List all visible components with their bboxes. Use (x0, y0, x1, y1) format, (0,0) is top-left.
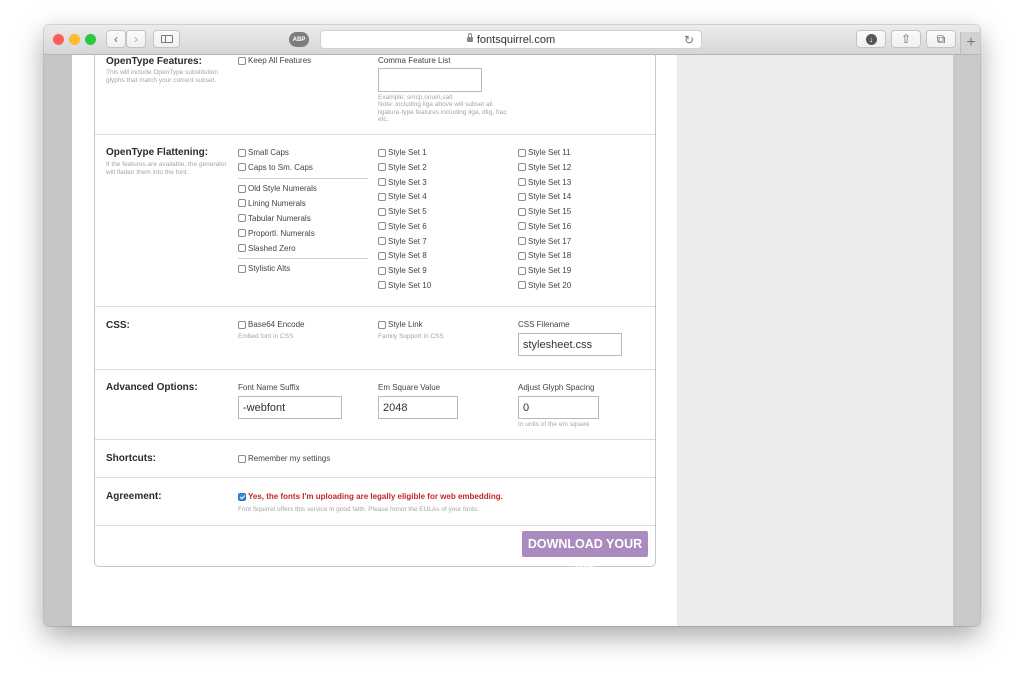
advanced-options-label: Advanced Options: (106, 382, 198, 393)
adblock-button[interactable]: ABP (289, 32, 309, 47)
flattening-option-checkbox[interactable]: Style Set 17 (518, 236, 571, 247)
flattening-option-checkbox[interactable]: Old Style Numerals (238, 183, 317, 194)
glyph-spacing-input[interactable]: 0 (518, 396, 599, 419)
reload-icon[interactable]: ↻ (684, 33, 694, 47)
agreement-label: Agreement: (106, 491, 162, 502)
remember-settings-checkbox[interactable]: Remember my settings (238, 453, 330, 464)
flattening-option-checkbox[interactable]: Style Set 7 (378, 236, 427, 247)
flattening-option-checkbox[interactable]: Style Set 6 (378, 221, 427, 232)
generator-options-form: OpenType Features: This will include Ope… (94, 54, 656, 577)
zoom-window-button[interactable] (85, 34, 96, 45)
em-square-label: Em Square Value (378, 383, 441, 392)
css-label: CSS: (106, 320, 130, 331)
divider (238, 258, 368, 259)
browser-window: ‹ › ABP fontsquirrel.com ↻ ↓ ⇧ ⧉ + OpenT… (44, 25, 980, 626)
font-name-suffix-input[interactable]: -webfont (238, 396, 342, 419)
flattening-option-checkbox[interactable]: Style Set 3 (378, 177, 427, 188)
flattening-option-checkbox[interactable]: Style Set 13 (518, 177, 571, 188)
opentype-flattening-desc: If the features are available, the gener… (106, 161, 227, 176)
flattening-option-checkbox[interactable]: Proportl. Numerals (238, 228, 315, 239)
flattening-option-checkbox[interactable]: Stylistic Alts (238, 263, 290, 274)
flattening-option-checkbox[interactable]: Tabular Numerals (238, 213, 311, 224)
comma-feature-note: Note: including liga above will subset a… (378, 101, 507, 123)
address-bar[interactable]: fontsquirrel.com ↻ (320, 30, 702, 49)
flattening-option-checkbox[interactable]: Style Set 16 (518, 221, 571, 232)
download-icon: ↓ (865, 33, 877, 45)
flattening-option-checkbox[interactable]: Style Set 20 (518, 280, 571, 291)
flattening-option-checkbox[interactable]: Style Set 2 (378, 162, 427, 173)
comma-feature-list-label: Comma Feature List (378, 56, 451, 65)
browser-toolbar: ‹ › ABP fontsquirrel.com ↻ ↓ ⇧ ⧉ + (44, 25, 980, 55)
flattening-option-checkbox[interactable]: Style Set 11 (518, 147, 571, 158)
lock-icon (466, 33, 473, 42)
flattening-option-checkbox[interactable]: Style Set 8 (378, 250, 427, 261)
flattening-option-checkbox[interactable]: Small Caps (238, 147, 289, 158)
url-text: fontsquirrel.com (476, 34, 556, 46)
flattening-option-checkbox[interactable]: Style Set 10 (378, 280, 431, 291)
css-filename-label: CSS Filename (518, 320, 570, 329)
close-window-button[interactable] (53, 34, 64, 45)
tabs-button[interactable]: ⧉ (926, 30, 956, 48)
agreement-hint: Font Squirrel offers this service in goo… (238, 506, 479, 513)
opentype-flattening-label: OpenType Flattening: (106, 147, 209, 158)
flattening-option-checkbox[interactable]: Caps to Sm. Caps (238, 162, 313, 173)
flattening-option-checkbox[interactable]: Slashed Zero (238, 243, 296, 254)
flattening-option-checkbox[interactable]: Style Set 14 (518, 191, 571, 202)
flattening-option-checkbox[interactable]: Style Set 1 (378, 147, 427, 158)
em-square-input[interactable]: 2048 (378, 396, 458, 419)
sidebar-icon (160, 35, 173, 43)
agreement-checkbox[interactable]: Yes, the fonts I'm uploading are legally… (238, 491, 503, 502)
back-icon: ‹ (114, 32, 118, 46)
glyph-spacing-label: Adjust Glyph Spacing (518, 383, 595, 392)
web-page: OpenType Features: This will include Ope… (72, 54, 677, 626)
flattening-option-checkbox[interactable]: Style Set 5 (378, 206, 427, 217)
sidebar-button[interactable] (153, 30, 180, 48)
back-button[interactable]: ‹ (106, 30, 126, 48)
base64-encode-checkbox[interactable]: Base64 Encode (238, 319, 305, 330)
flattening-option-checkbox[interactable]: Style Set 18 (518, 250, 571, 261)
flattening-option-checkbox[interactable]: Lining Numerals (238, 198, 306, 209)
downloads-button[interactable]: ↓ (856, 30, 886, 48)
forward-button[interactable]: › (126, 30, 146, 48)
style-link-hint: Family Support in CSS (378, 333, 444, 340)
flattening-option-checkbox[interactable]: Style Set 4 (378, 191, 427, 202)
glyph-spacing-hint: In units of the em square (518, 421, 590, 428)
css-filename-input[interactable]: stylesheet.css (518, 333, 622, 356)
style-link-checkbox[interactable]: Style Link (378, 319, 423, 330)
base64-hint: Embed font in CSS (238, 333, 294, 340)
flattening-option-checkbox[interactable]: Style Set 19 (518, 265, 571, 276)
keep-all-features-checkbox[interactable]: Keep All Features (238, 55, 311, 66)
flattening-option-checkbox[interactable]: Style Set 15 (518, 206, 571, 217)
window-scroll-area (953, 55, 980, 626)
opentype-features-label: OpenType Features: (106, 56, 202, 67)
shortcuts-label: Shortcuts: (106, 453, 156, 464)
forward-icon: › (134, 32, 138, 46)
comma-feature-list-input[interactable] (378, 68, 482, 92)
opentype-features-desc: This will include OpenType substitution … (106, 69, 219, 84)
download-kit-button[interactable]: DOWNLOAD YOUR KIT (522, 531, 648, 577)
page-side-panel (677, 55, 953, 626)
share-button[interactable]: ⇧ (891, 30, 921, 48)
new-tab-icon: + (966, 34, 976, 51)
divider (238, 178, 368, 179)
flattening-option-checkbox[interactable]: Style Set 9 (378, 265, 427, 276)
flattening-option-checkbox[interactable]: Style Set 12 (518, 162, 571, 173)
minimize-window-button[interactable] (69, 34, 80, 45)
checkmark-icon (238, 492, 246, 501)
font-name-suffix-label: Font Name Suffix (238, 383, 300, 392)
new-tab-button[interactable]: + (960, 32, 980, 54)
share-icon: ⇧ (900, 32, 912, 46)
tabs-icon: ⧉ (936, 31, 946, 46)
